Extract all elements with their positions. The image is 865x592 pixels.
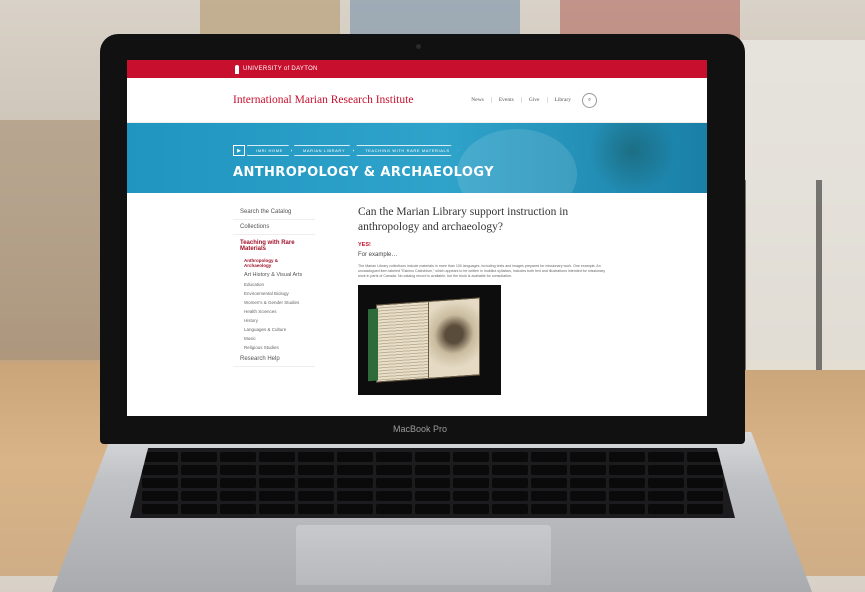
sidebar-item-collections[interactable]: Collections xyxy=(233,220,315,235)
page-title: ANTHROPOLOGY & ARCHAEOLOGY xyxy=(233,165,494,180)
sidebar-nav: Search the Catalog Collections Teaching … xyxy=(233,205,315,367)
breadcrumb: ▶ IMRI HOME MARIAN LIBRARY TEACHING WITH… xyxy=(233,145,459,156)
browser-screen: UNIVERSITY of DAYTON International Maria… xyxy=(127,60,707,416)
home-icon[interactable]: ▶ xyxy=(233,145,245,156)
breadcrumb-item[interactable]: MARIAN LIBRARY xyxy=(293,145,355,156)
sidebar-subitem-languages-culture[interactable]: Languages & Culture xyxy=(233,325,315,334)
book-photo xyxy=(358,285,501,395)
university-bar: UNIVERSITY of DAYTON xyxy=(127,60,707,78)
tree-image xyxy=(587,123,677,193)
search-button[interactable]: ⌕ xyxy=(582,92,597,108)
sidebar-subitem-education[interactable]: Education xyxy=(233,280,315,289)
main-content: Can the Marian Library support instructi… xyxy=(358,205,608,395)
background-artwork xyxy=(350,0,520,38)
laptop-trackpad xyxy=(296,525,551,585)
laptop-keyboard xyxy=(130,448,735,518)
content-area: Search the Catalog Collections Teaching … xyxy=(127,193,707,416)
sidebar-item-teaching[interactable]: Teaching with Rare Materials xyxy=(233,235,315,256)
open-book-image xyxy=(368,297,480,383)
sidebar-subitem-music[interactable]: Music xyxy=(233,334,315,343)
breadcrumb-item[interactable]: TEACHING WITH RARE MATERIALS xyxy=(356,145,459,156)
sidebar-subitem-womens-gender-studies[interactable]: Women's & Gender Studies xyxy=(233,298,315,307)
nav-give[interactable]: Give xyxy=(520,97,547,103)
tower-logo-icon xyxy=(235,64,239,74)
sidebar-subitem-religious-studies[interactable]: Religious Studies xyxy=(233,343,315,352)
background-chair xyxy=(740,180,822,370)
top-nav: News Events Give Library ⌕ xyxy=(464,92,597,108)
nav-library[interactable]: Library xyxy=(546,97,579,103)
camera-icon xyxy=(416,44,421,49)
sidebar-subitem-health-sciences[interactable]: Health Sciences xyxy=(233,307,315,316)
site-title[interactable]: International Marian Research Institute xyxy=(233,94,413,106)
article-lead: For example… xyxy=(358,252,398,258)
sidebar-subitem-anthropology[interactable]: Anthropology & Archaeology xyxy=(233,256,315,270)
search-icon: ⌕ xyxy=(587,96,592,103)
sidebar-subitem-history[interactable]: History xyxy=(233,316,315,325)
university-link[interactable]: UNIVERSITY of DAYTON xyxy=(243,66,318,72)
sidebar-subitem-environmental-biology[interactable]: Environmental Biology xyxy=(233,289,315,298)
breadcrumb-item[interactable]: IMRI HOME xyxy=(247,145,292,156)
site-header: International Marian Research Institute … xyxy=(127,78,707,123)
article-answer: YES! xyxy=(358,242,371,248)
sidebar-item-search-catalog[interactable]: Search the Catalog xyxy=(233,205,315,220)
article-body: The Marian Library collections include m… xyxy=(358,264,606,278)
sidebar-item-research-help[interactable]: Research Help xyxy=(233,352,315,367)
device-label: MacBook Pro xyxy=(392,424,448,434)
sidebar-subitem-art-history[interactable]: Art History & Visual Arts xyxy=(233,270,315,280)
hero-banner: ▶ IMRI HOME MARIAN LIBRARY TEACHING WITH… xyxy=(127,123,707,219)
nav-events[interactable]: Events xyxy=(490,97,521,103)
article-question: Can the Marian Library support instructi… xyxy=(358,206,569,233)
nav-news[interactable]: News xyxy=(464,97,491,103)
